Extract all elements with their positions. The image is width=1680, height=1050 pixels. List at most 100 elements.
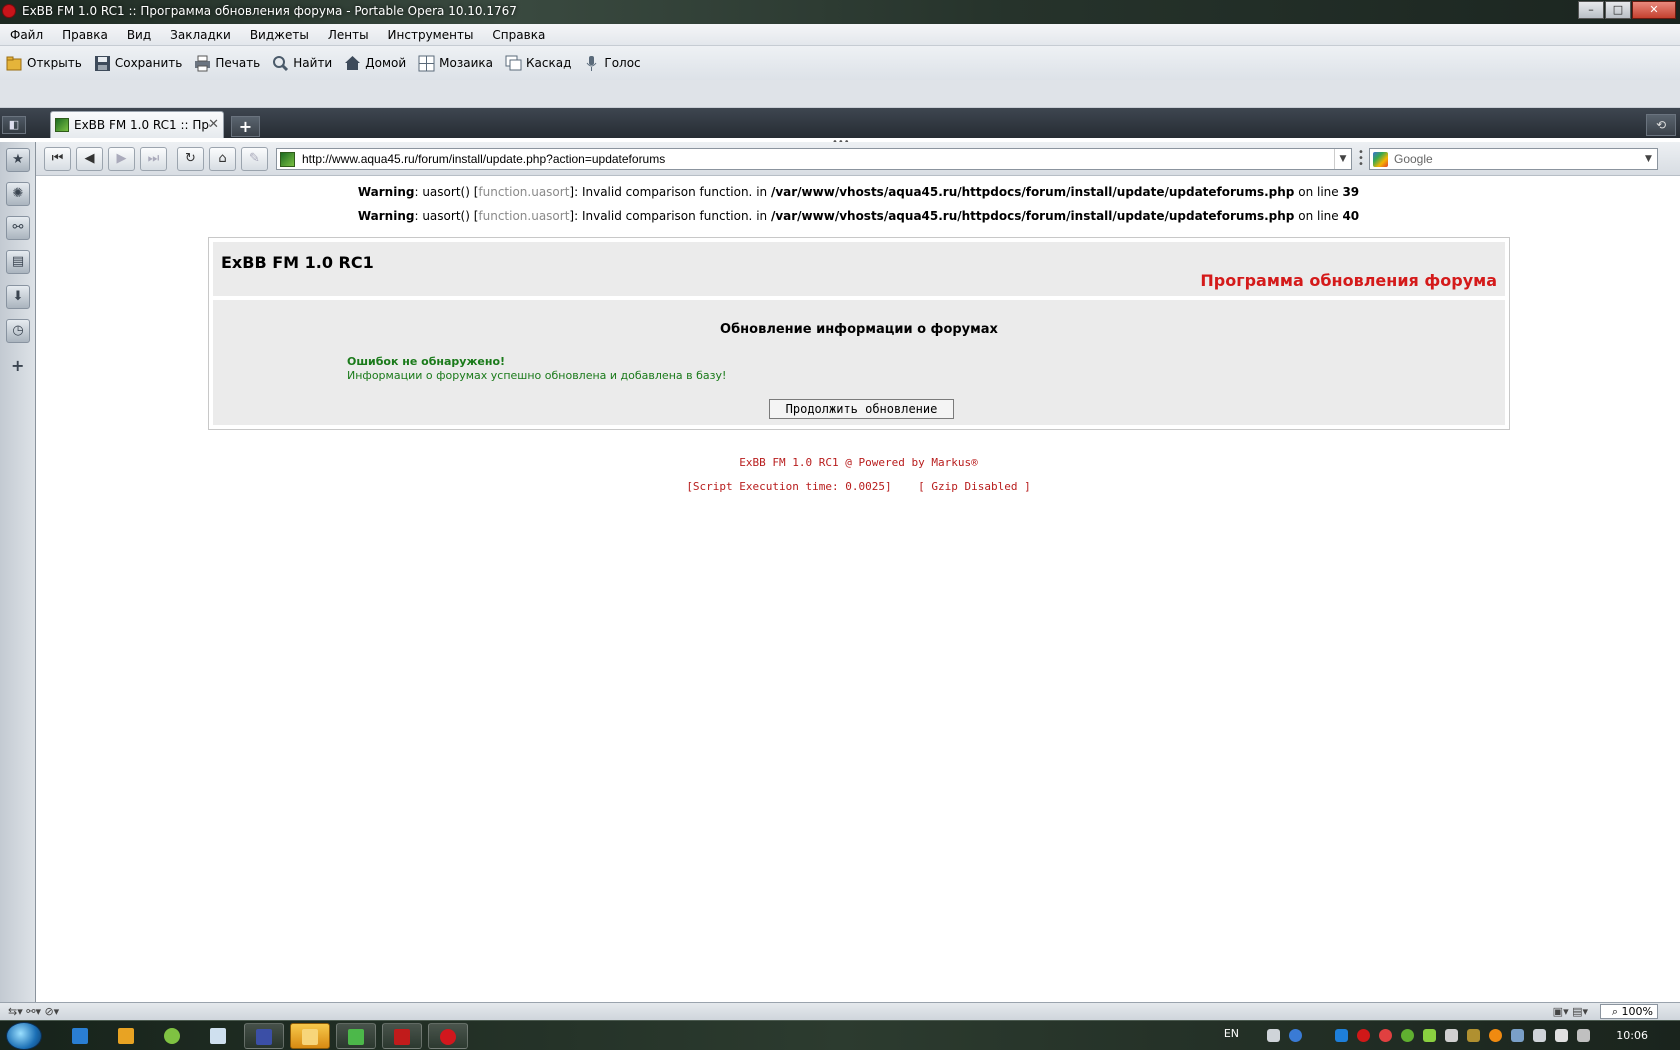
- field-separator[interactable]: • • •: [1358, 148, 1364, 170]
- menu-view[interactable]: Вид: [117, 28, 160, 42]
- zoom-field[interactable]: ⌕ 100%: [1600, 1004, 1658, 1019]
- folder-icon: [6, 55, 23, 72]
- downloads-icon[interactable]: ⬇: [6, 285, 30, 309]
- home-toolbar-button[interactable]: Домой: [344, 55, 406, 72]
- cascade-button[interactable]: Каскад: [505, 55, 571, 72]
- tool-icon[interactable]: [1467, 1029, 1480, 1042]
- menu-file[interactable]: Файл: [0, 28, 52, 42]
- minimize-button[interactable]: –: [1578, 1, 1604, 19]
- notes-icon[interactable]: ▤: [6, 250, 30, 274]
- history-icon[interactable]: ◷: [6, 319, 30, 343]
- display-icon[interactable]: [1533, 1029, 1546, 1042]
- menu-feeds[interactable]: Ленты: [318, 28, 378, 42]
- system-tray: EN 10:06: [1120, 1021, 1680, 1050]
- home-button[interactable]: ⌂: [209, 147, 236, 171]
- reload-button[interactable]: ↻: [177, 147, 204, 171]
- save-icon: [94, 55, 111, 72]
- notepad-taskbar-icon[interactable]: [198, 1023, 238, 1049]
- start-button[interactable]: [6, 1022, 42, 1050]
- active-app-taskbar-icon[interactable]: [290, 1023, 330, 1049]
- tab-active[interactable]: ExBB FM 1.0 RC1 :: Про... ✕: [50, 111, 224, 138]
- home-icon: [344, 55, 361, 72]
- status-bar: ⇆▾ ⚯▾ ⊘▾ ▣▾ ▤▾ ⌕ 100%: [0, 1002, 1680, 1020]
- media-taskbar-icon[interactable]: [106, 1023, 146, 1049]
- new-tab-button[interactable]: +: [231, 116, 260, 137]
- continue-update-button[interactable]: Продолжить обновление: [769, 399, 954, 419]
- menu-widgets[interactable]: Виджеты: [240, 28, 318, 42]
- opera-logo-icon[interactable]: [2, 4, 16, 18]
- maximize-button[interactable]: □: [1605, 1, 1631, 19]
- links-icon[interactable]: ⚯: [6, 216, 30, 240]
- url-history-chevron-icon[interactable]: ▼: [1334, 149, 1351, 169]
- close-button[interactable]: ✕: [1632, 1, 1676, 19]
- url-field[interactable]: http://www.aqua45.ru/forum/install/updat…: [276, 148, 1352, 170]
- view-controls[interactable]: ▣▾ ▤▾: [1553, 1005, 1588, 1018]
- power-icon[interactable]: [1577, 1029, 1590, 1042]
- ie-taskbar-icon[interactable]: [60, 1023, 100, 1049]
- language-indicator[interactable]: EN: [1224, 1027, 1239, 1040]
- fast-forward-button[interactable]: ⏭: [140, 147, 167, 171]
- update-icon[interactable]: [1489, 1029, 1502, 1042]
- skype-icon[interactable]: [1335, 1029, 1348, 1042]
- opera-taskbar-icon[interactable]: [428, 1023, 468, 1049]
- footer-exec-time: [Script Execution time: 0.0025] [ Gzip D…: [686, 480, 1031, 493]
- usb-icon[interactable]: [1445, 1029, 1458, 1042]
- filezilla-taskbar-icon[interactable]: [382, 1023, 422, 1049]
- tab-bar: ◧ ExBB FM 1.0 RC1 :: Про... ✕ + ⟲: [0, 108, 1680, 138]
- save-button[interactable]: Сохранить: [94, 55, 182, 72]
- windows-taskbar: EN 10:06: [0, 1020, 1680, 1050]
- menu-bar: Файл Правка Вид Закладки Виджеты Ленты И…: [0, 24, 1680, 46]
- footer-powered: ExBB FM 1.0 RC1 @ Powered by Markus®: [739, 456, 978, 469]
- google-icon[interactable]: [1373, 152, 1388, 167]
- menu-edit[interactable]: Правка: [52, 28, 117, 42]
- wand-button[interactable]: ✎: [241, 147, 268, 171]
- closed-tabs-trash-icon[interactable]: ⟲: [1646, 114, 1676, 136]
- floppy-taskbar-icon[interactable]: [244, 1023, 284, 1049]
- php-warning-1: Warning: uasort() [function.uasort]: Inv…: [357, 185, 1360, 199]
- panel-toggle-button[interactable]: ◧: [2, 116, 26, 134]
- window-title: ExBB FM 1.0 RC1 :: Программа обновления …: [22, 4, 517, 18]
- site-favicon-icon: [280, 152, 295, 167]
- function-link[interactable]: function.uasort: [478, 209, 569, 223]
- search-icon: [272, 55, 289, 72]
- forum-name: ExBB FM 1.0 RC1: [221, 253, 374, 272]
- status-tools[interactable]: ⇆▾ ⚯▾ ⊘▾: [8, 1005, 59, 1018]
- clock[interactable]: 10:06: [1616, 1029, 1648, 1042]
- menu-tools[interactable]: Инструменты: [378, 28, 483, 42]
- network-tray-icon[interactable]: [1423, 1029, 1436, 1042]
- widgets-icon[interactable]: ✺: [6, 182, 30, 206]
- keyboard-icon[interactable]: [1267, 1029, 1280, 1042]
- menu-help[interactable]: Справка: [482, 28, 554, 42]
- opera-tray-icon[interactable]: [1357, 1029, 1370, 1042]
- update-panel: ExBB FM 1.0 RC1 Программа обновления фор…: [208, 237, 1510, 430]
- print-button[interactable]: Печать: [194, 55, 260, 72]
- tab-close-icon[interactable]: ✕: [208, 117, 219, 132]
- utorrent-tray-icon[interactable]: [1401, 1029, 1414, 1042]
- search-engine-chevron-icon[interactable]: ▼: [1640, 149, 1657, 169]
- volume-icon[interactable]: [1555, 1029, 1568, 1042]
- php-warning-2: Warning: uasort() [function.uasort]: Inv…: [357, 209, 1360, 223]
- forward-button[interactable]: ▶: [108, 147, 135, 171]
- toolbar-spacer: [0, 80, 1680, 108]
- tile-icon: [418, 55, 435, 72]
- open-button[interactable]: Открыть: [6, 55, 82, 72]
- monitor-icon[interactable]: [1511, 1029, 1524, 1042]
- function-link[interactable]: function.uasort: [478, 185, 569, 199]
- back-button[interactable]: ◀: [76, 147, 103, 171]
- url-text[interactable]: http://www.aqua45.ru/forum/install/updat…: [302, 152, 665, 166]
- game-taskbar-icon[interactable]: [336, 1023, 376, 1049]
- address-bar: ⏮ ◀ ▶ ⏭ ↻ ⌂ ✎ http://www.aqua45.ru/forum…: [36, 142, 1680, 176]
- help-icon[interactable]: [1289, 1029, 1302, 1042]
- rewind-button[interactable]: ⏮: [44, 147, 71, 171]
- find-button[interactable]: Найти: [272, 55, 332, 72]
- utorrent-taskbar-icon[interactable]: [152, 1023, 192, 1049]
- antivirus-icon[interactable]: [1379, 1029, 1392, 1042]
- search-field[interactable]: Google ▼: [1369, 148, 1658, 170]
- bookmarks-icon[interactable]: ★: [6, 148, 30, 172]
- menu-bookmarks[interactable]: Закладки: [160, 28, 240, 42]
- tile-button[interactable]: Мозаика: [418, 55, 493, 72]
- title-bar: ExBB FM 1.0 RC1 :: Программа обновления …: [0, 0, 1680, 24]
- side-panel: ★ ✺ ⚯ ▤ ⬇ ◷ +: [0, 142, 36, 1002]
- add-panel-icon[interactable]: +: [11, 356, 24, 375]
- voice-button[interactable]: Голос: [583, 55, 641, 72]
